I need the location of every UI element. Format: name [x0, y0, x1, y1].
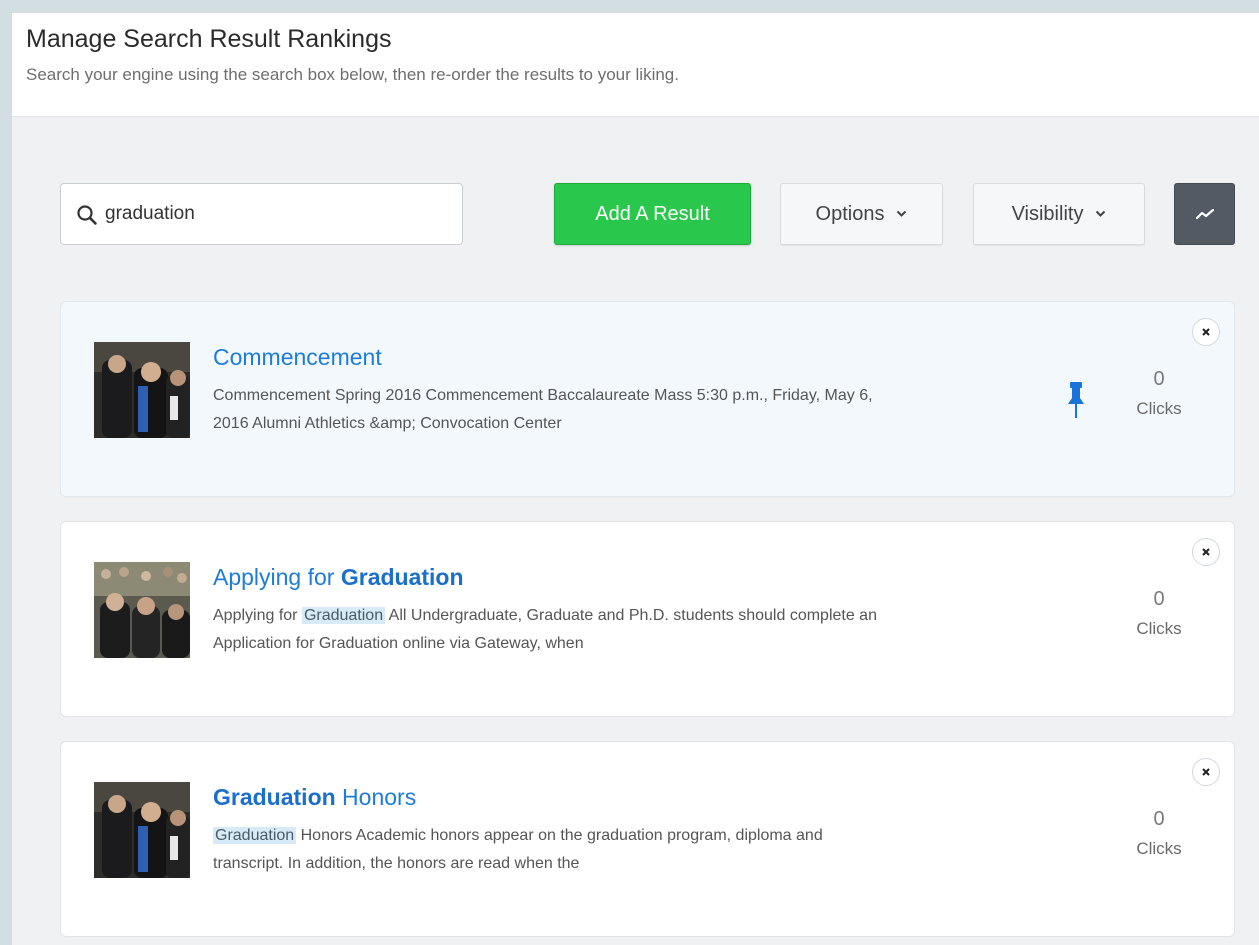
options-dropdown-button[interactable]: Options — [780, 183, 943, 245]
result-card[interactable]: Commencement Commencement Spring 2016 Co… — [60, 301, 1235, 497]
clicks-count: 0 — [1153, 368, 1165, 390]
page-subtitle: Search your engine using the search box … — [26, 65, 679, 84]
close-icon — [1202, 548, 1210, 556]
trend-line-icon — [1195, 208, 1214, 220]
page-title: Manage Search Result Rankings — [26, 25, 392, 53]
clicks-counter: 0 Clicks — [1109, 368, 1209, 419]
analytics-button[interactable] — [1174, 183, 1235, 245]
options-label: Options — [815, 202, 885, 225]
chevron-down-icon — [897, 210, 907, 217]
result-title[interactable]: Graduation Honors — [213, 784, 416, 811]
remove-result-button[interactable] — [1192, 538, 1220, 566]
result-card[interactable]: Graduation Honors Graduation Honors Acad… — [60, 741, 1235, 937]
search-icon — [77, 205, 97, 225]
result-thumbnail — [94, 342, 190, 438]
remove-result-button[interactable] — [1192, 318, 1220, 346]
search-term-highlight: Graduation — [301, 607, 386, 624]
search-box[interactable] — [60, 183, 463, 245]
pin-icon[interactable] — [1065, 380, 1087, 426]
close-icon — [1202, 768, 1210, 776]
result-description: Graduation Honors Academic honors appear… — [213, 827, 823, 872]
clicks-count: 0 — [1153, 588, 1165, 610]
result-description: Applying for Graduation All Undergraduat… — [213, 607, 877, 652]
result-card[interactable]: Applying for Graduation Applying for Gra… — [60, 521, 1235, 717]
page-header: Manage Search Result Rankings Search you… — [12, 13, 1259, 117]
result-title[interactable]: Applying for Graduation — [213, 564, 464, 591]
chevron-down-icon — [1096, 210, 1106, 217]
search-term-highlight: Graduation — [213, 827, 297, 844]
add-result-button[interactable]: Add A Result — [554, 183, 751, 245]
close-icon — [1202, 328, 1210, 336]
result-thumbnail — [94, 562, 190, 658]
add-result-label: Add A Result — [595, 202, 710, 225]
clicks-label: Clicks — [1136, 399, 1182, 418]
visibility-label: Visibility — [1011, 202, 1084, 225]
result-title[interactable]: Commencement — [213, 344, 382, 371]
clicks-counter: 0 Clicks — [1109, 588, 1209, 639]
remove-result-button[interactable] — [1192, 758, 1220, 786]
search-input[interactable] — [105, 196, 445, 232]
clicks-count: 0 — [1153, 808, 1165, 830]
clicks-label: Clicks — [1136, 839, 1182, 858]
clicks-label: Clicks — [1136, 619, 1182, 638]
visibility-dropdown-button[interactable]: Visibility — [973, 183, 1145, 245]
clicks-counter: 0 Clicks — [1109, 808, 1209, 859]
page: Manage Search Result Rankings Search you… — [12, 13, 1259, 945]
result-thumbnail — [94, 782, 190, 878]
result-description: Commencement Spring 2016 Commencement Ba… — [213, 387, 873, 432]
